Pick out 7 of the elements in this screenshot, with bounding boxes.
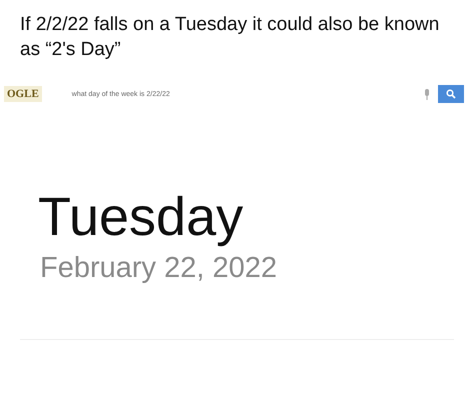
caption: If 2/2/22 falls on a Tuesday it could also be known as “2's Day” (19, 13, 440, 62)
search-button[interactable] (438, 85, 464, 103)
result-day: Tuesday (38, 186, 474, 248)
result-date: February 22, 2022 (40, 252, 278, 285)
microphone-icon[interactable] (424, 88, 430, 100)
logo: OGLE (4, 86, 42, 102)
search-icon (446, 89, 456, 99)
